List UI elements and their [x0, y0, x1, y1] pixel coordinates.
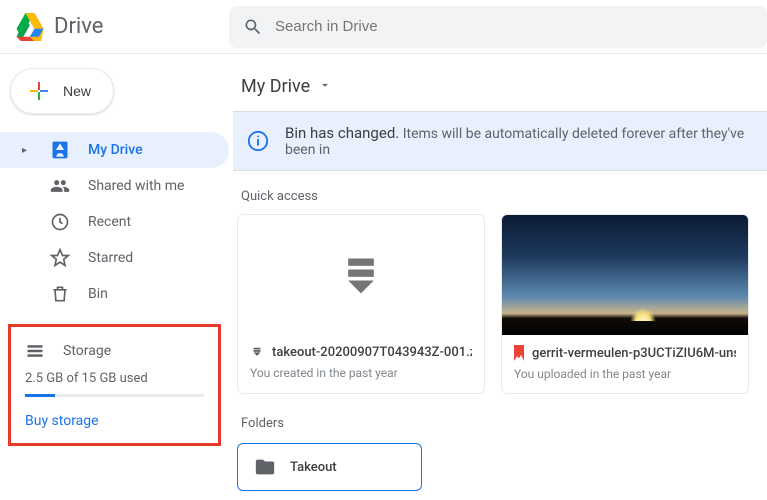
star-icon: [50, 248, 70, 268]
buy-storage-link[interactable]: Buy storage: [23, 413, 206, 429]
chevron-down-icon: [318, 76, 332, 97]
nav-starred[interactable]: Starred: [0, 240, 229, 276]
nav-label: Recent: [88, 214, 131, 230]
quick-access-card[interactable]: gerrit-vermeulen-p3UCTiZIU6M-uns… You up…: [501, 214, 749, 394]
main: My Drive Bin has changed. Items will be …: [229, 54, 767, 491]
banner-title: Bin has changed.: [285, 124, 399, 142]
folders-title: Folders: [233, 416, 767, 443]
card-name: takeout-20200907T043943Z-001.zip: [272, 345, 472, 360]
folder-icon: [254, 456, 276, 478]
quick-access-card[interactable]: takeout-20200907T043943Z-001.zip You cre…: [237, 214, 485, 394]
card-thumbnail: [502, 215, 748, 335]
bin-icon: [50, 284, 70, 304]
folder-chip[interactable]: Takeout: [237, 443, 422, 491]
drive-logo-icon: [14, 13, 46, 41]
sunset-icon: [630, 308, 656, 321]
new-button-label: New: [63, 83, 91, 99]
nav-label: Bin: [88, 286, 108, 302]
card-subtitle: You created in the past year: [250, 366, 472, 380]
storage-bar: [25, 394, 204, 397]
nav-label: My Drive: [88, 142, 143, 158]
nav-shared[interactable]: Shared with me: [0, 168, 229, 204]
storage-panel: Storage 2.5 GB of 15 GB used Buy storage: [8, 324, 221, 446]
new-button[interactable]: New: [10, 68, 114, 114]
header: Drive: [0, 0, 767, 54]
recent-icon: [50, 212, 70, 232]
card-thumbnail: [238, 215, 484, 335]
nav: ▸ My Drive Shared with me Recent: [0, 132, 229, 312]
nav-label: Starred: [88, 250, 133, 266]
card-subtitle: You uploaded in the past year: [514, 367, 736, 381]
nav-my-drive[interactable]: ▸ My Drive: [0, 132, 229, 168]
nav-label: Shared with me: [88, 178, 184, 194]
info-icon: [247, 130, 269, 152]
my-drive-icon: [50, 140, 70, 160]
storage-icon: [25, 341, 45, 361]
breadcrumb[interactable]: My Drive: [233, 70, 767, 111]
search-icon: [243, 17, 263, 37]
plus-icon: [27, 79, 51, 103]
info-banner: Bin has changed. Items will be automatic…: [233, 111, 767, 171]
nav-storage[interactable]: Storage: [23, 337, 206, 371]
brand-name: Drive: [54, 14, 103, 39]
nav-recent[interactable]: Recent: [0, 204, 229, 240]
nav-bin[interactable]: Bin: [0, 276, 229, 312]
folder-name: Takeout: [290, 460, 337, 475]
sidebar: New ▸ My Drive Shared with me: [0, 54, 229, 491]
storage-label: Storage: [63, 343, 111, 359]
storage-used-text: 2.5 GB of 15 GB used: [23, 371, 206, 386]
brand[interactable]: Drive: [0, 13, 229, 41]
zip-icon: [250, 346, 264, 360]
breadcrumb-title: My Drive: [241, 76, 310, 97]
quick-access-title: Quick access: [233, 189, 767, 214]
shared-icon: [50, 176, 70, 196]
search-bar[interactable]: [229, 6, 767, 48]
storage-bar-fill: [25, 394, 55, 397]
image-icon: [514, 345, 524, 361]
quick-access-cards: takeout-20200907T043943Z-001.zip You cre…: [233, 214, 767, 394]
card-name: gerrit-vermeulen-p3UCTiZIU6M-uns…: [532, 346, 736, 361]
caret-right-icon: ▸: [22, 145, 32, 156]
search-input[interactable]: [275, 18, 753, 35]
